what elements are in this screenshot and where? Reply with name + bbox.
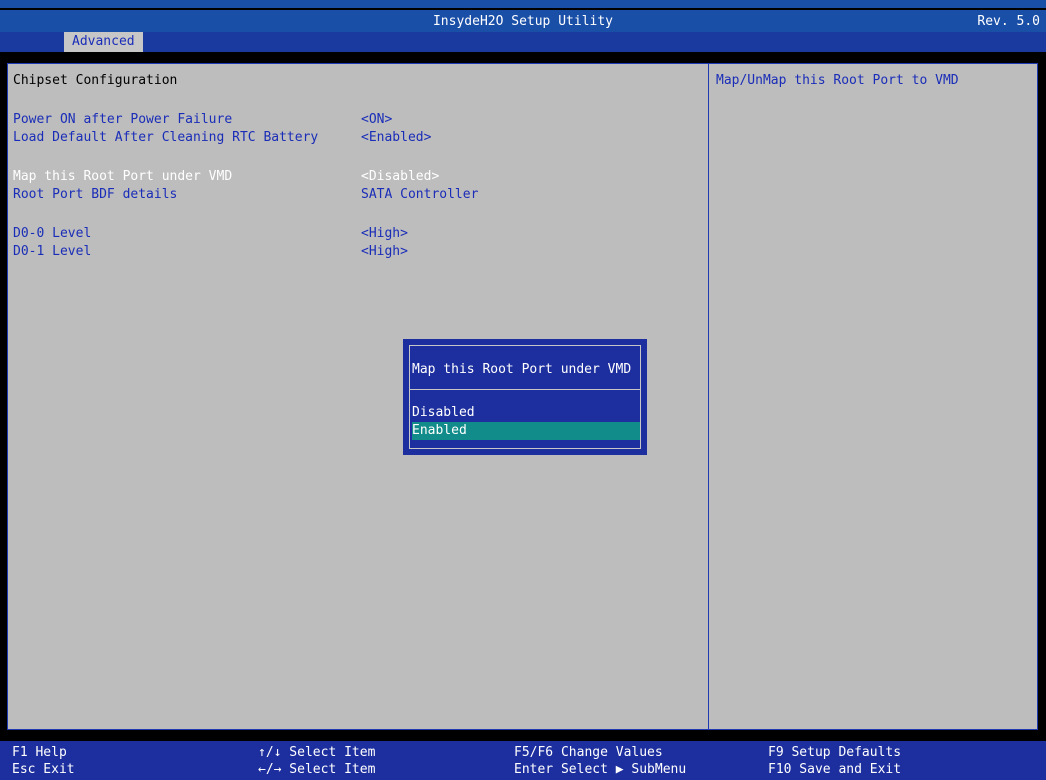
setting-value[interactable]: <Enabled>	[361, 129, 431, 147]
key-save-exit: F10 Save and Exit	[768, 762, 902, 777]
setting-label: D0-1 Level	[13, 244, 92, 259]
option-popup: Map this Root Port under VMD Disabled En…	[403, 339, 647, 455]
setting-value: SATA Controller	[361, 187, 479, 202]
key-help: F1 Help	[12, 745, 67, 760]
popup-option-disabled[interactable]: Disabled	[412, 404, 638, 422]
app-title: InsydeH2O Setup Utility	[432, 14, 613, 29]
setting-label: Power ON after Power Failure	[13, 112, 233, 127]
setting-value[interactable]: <ON>	[361, 111, 392, 129]
setting-label: Root Port BDF details	[13, 187, 178, 202]
setting-value[interactable]: <Disabled>	[361, 168, 439, 186]
key-select-item-updown: ↑/↓ Select Item	[258, 745, 376, 760]
key-select-item-leftright: ←/→ Select Item	[258, 762, 376, 777]
help-divider	[708, 64, 709, 729]
tab-bar	[0, 32, 1046, 52]
key-select-submenu: Enter Select ▶ SubMenu	[514, 762, 687, 777]
section-title: Chipset Configuration	[13, 73, 178, 88]
setting-label: Map this Root Port under VMD	[13, 169, 233, 184]
popup-title: Map this Root Port under VMD	[412, 362, 632, 377]
setting-value[interactable]: <High>	[361, 243, 408, 261]
tab-advanced[interactable]: Advanced	[64, 32, 143, 52]
popup-option-enabled[interactable]: Enabled	[412, 422, 640, 440]
key-exit: Esc Exit	[12, 762, 75, 777]
footer-keys: F1 Help Esc Exit ↑/↓ Select Item ←/→ Sel…	[0, 741, 1046, 780]
setting-value[interactable]: <High>	[361, 225, 408, 243]
title-top-line	[0, 8, 1046, 10]
revision-label: Rev. 5.0	[977, 14, 1040, 29]
key-change-values: F5/F6 Change Values	[514, 745, 663, 760]
popup-divider	[410, 389, 640, 390]
setting-label: Load Default After Cleaning RTC Battery	[13, 130, 319, 145]
popup-frame: Map this Root Port under VMD Disabled En…	[409, 345, 641, 449]
help-text: Map/UnMap this Root Port to VMD	[716, 73, 959, 88]
key-setup-defaults: F9 Setup Defaults	[768, 745, 902, 760]
title-bar: InsydeH2O Setup Utility Rev. 5.0	[0, 0, 1046, 33]
setting-label: D0-0 Level	[13, 226, 92, 241]
